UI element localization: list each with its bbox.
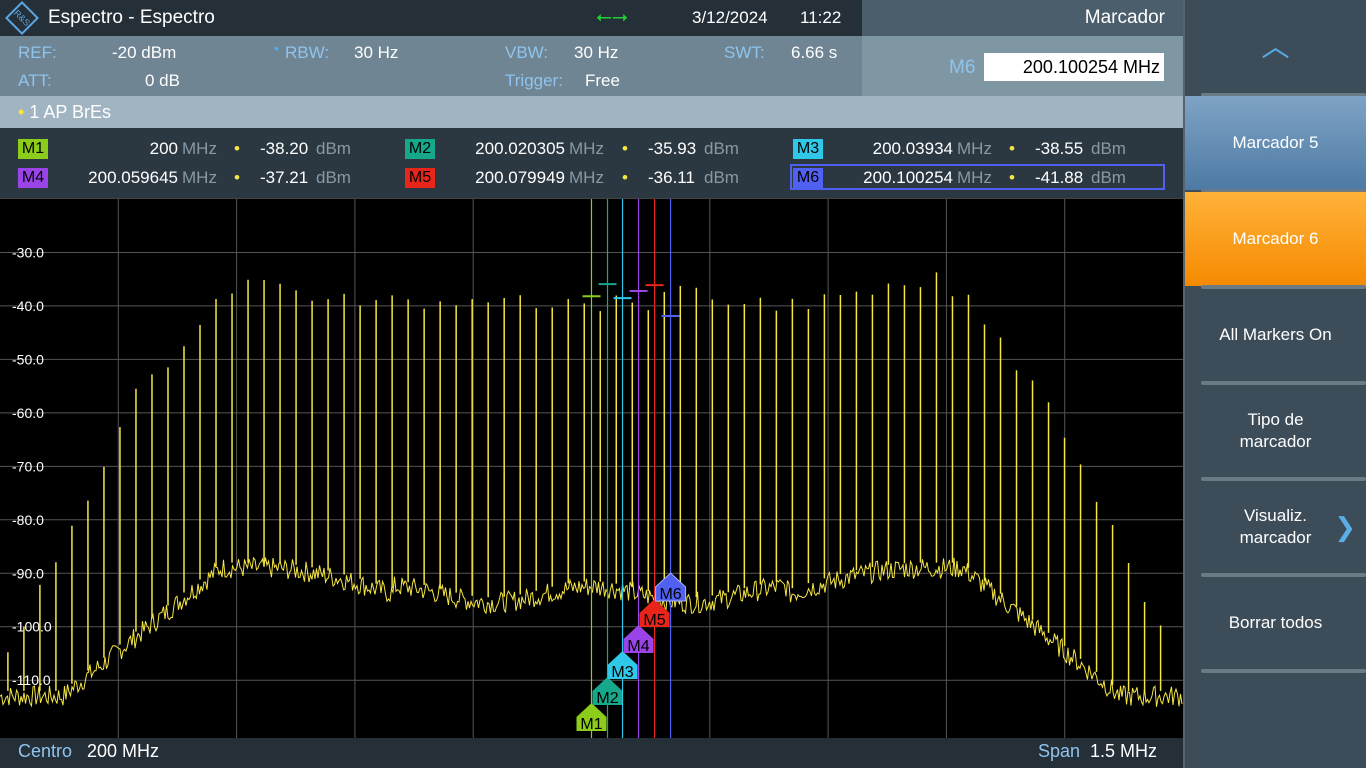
vbw-value: 30 Hz bbox=[574, 43, 619, 62]
ref-label: REF: bbox=[18, 43, 57, 62]
softkey-label: Marcador 5 bbox=[1232, 133, 1319, 152]
marker-table: M1 200 MHz • -38.20 dBm M2 200.020305 MH… bbox=[0, 128, 1183, 198]
marker-flag-label: M5 bbox=[643, 612, 665, 629]
marker-entry-panel: Marcador M6 bbox=[862, 0, 1183, 96]
marker-flag-label: M4 bbox=[627, 638, 649, 655]
trace-dot-icon: • bbox=[1009, 168, 1015, 187]
att-label: ATT: bbox=[18, 71, 52, 90]
freq-unit: MHz bbox=[957, 168, 992, 187]
center-value[interactable]: 200 MHz bbox=[87, 741, 159, 762]
scroll-up-button[interactable]: ︿ bbox=[1185, 0, 1366, 97]
marker-flag-label: M2 bbox=[596, 690, 618, 707]
softkey-5[interactable]: Borrar todos bbox=[1185, 576, 1366, 673]
trigger-value: Free bbox=[585, 71, 620, 90]
level-unit: dBm bbox=[1091, 139, 1126, 158]
y-tick-label: -60.0 bbox=[12, 405, 44, 421]
trigger-label: Trigger: bbox=[505, 71, 563, 90]
marker-frequency-input[interactable] bbox=[984, 53, 1164, 81]
marker-panel-title: Marcador bbox=[1084, 7, 1165, 28]
measurement-params[interactable]: REF: -20 dBm ATT: 0 dB • RBW: 30 Hz VBW:… bbox=[0, 36, 862, 96]
trace-dot-icon: • bbox=[18, 102, 25, 122]
rbw-label: RBW: bbox=[285, 43, 330, 62]
marker-level: -41.88 bbox=[1035, 168, 1084, 187]
softkey-3[interactable]: Tipo de marcador bbox=[1185, 384, 1366, 481]
marker-frequency: 200.100254 bbox=[863, 168, 953, 187]
footer: Centro 200 MHz Span 1.5 MHz bbox=[0, 738, 1183, 768]
marker-badge: M3 bbox=[793, 139, 823, 159]
span-label: Span bbox=[1038, 741, 1081, 761]
chevron-up-icon: ︿ bbox=[1261, 31, 1290, 62]
trace-info: • 1 AP BrEs bbox=[0, 96, 1183, 128]
y-tick-label: -30.0 bbox=[12, 244, 44, 260]
trace-label: 1 AP BrEs bbox=[29, 102, 112, 122]
trace-dot-icon: • bbox=[1009, 139, 1015, 158]
marker-level: -38.55 bbox=[1035, 139, 1084, 158]
marker-frequency: 200.03934 bbox=[872, 139, 953, 158]
active-marker-label: M6 bbox=[949, 57, 976, 78]
usb-icon: ⭠⭢ bbox=[596, 6, 628, 28]
softkey-sidebar: ︿ Marcador 5 Marcador 6 All Markers On Tipo… bbox=[1183, 0, 1366, 768]
softkey-4[interactable]: Visualiz. marcador ❯ bbox=[1185, 480, 1366, 577]
y-tick-label: -110.0 bbox=[12, 672, 51, 688]
spectrum-plot[interactable]: -30.0 -40.0 -50.0 -60.0 -70.0 -80.0 -90.0 -100.… bbox=[0, 198, 1183, 739]
span-value[interactable]: 1.5 MHz bbox=[1090, 741, 1157, 762]
softkey-label: Borrar todos bbox=[1228, 613, 1323, 632]
softkey-label: Marcador 6 bbox=[1232, 229, 1319, 248]
y-tick-label: -70.0 bbox=[12, 458, 44, 474]
center-label: Centro bbox=[18, 741, 73, 761]
y-tick-label: -40.0 bbox=[12, 298, 44, 314]
marker-flag-label: M6 bbox=[659, 586, 681, 603]
y-tick-label: -90.0 bbox=[12, 565, 44, 581]
marker-row-m3[interactable]: M3 200.03934 MHz • -38.55 dBm bbox=[0, 139, 1183, 161]
marker-badge: M6 bbox=[793, 168, 823, 188]
att-value: 0 dB bbox=[145, 71, 180, 90]
softkey-0[interactable]: Marcador 5 bbox=[1185, 96, 1366, 193]
softkey-label: Visualiz. marcador bbox=[1239, 506, 1312, 547]
rbw-value: 30 Hz bbox=[354, 43, 399, 62]
softkey-label: All Markers On bbox=[1219, 325, 1332, 344]
rbw-coupled-dot-icon: • bbox=[274, 40, 279, 56]
window-title: Espectro - Espectro bbox=[48, 7, 215, 28]
marker-row-m6[interactable]: M6 200.100254 MHz • -41.88 dBm bbox=[0, 168, 1183, 190]
marker-flag-label: M1 bbox=[580, 716, 602, 733]
chevron-right-icon: ❯ bbox=[1334, 512, 1356, 542]
swt-label: SWT: bbox=[724, 43, 765, 62]
y-tick-label: -100.0 bbox=[12, 619, 52, 635]
marker-panel-header: Marcador bbox=[862, 0, 1183, 36]
time: 11:22 bbox=[800, 8, 842, 27]
freq-unit: MHz bbox=[957, 139, 992, 158]
y-tick-label: -80.0 bbox=[12, 512, 44, 528]
rs-logo-icon: R&S bbox=[5, 1, 39, 35]
softkey-2[interactable]: All Markers On bbox=[1185, 288, 1366, 385]
title-bar: R&S Espectro - Espectro ⭠⭢ 3/12/2024 11:… bbox=[0, 0, 862, 36]
vbw-label: VBW: bbox=[505, 43, 549, 62]
date: 3/12/2024 bbox=[692, 8, 768, 27]
spectrum-svg: -30.0 -40.0 -50.0 -60.0 -70.0 -80.0 -90.0 -100.… bbox=[0, 199, 1183, 739]
marker-flag-label: M3 bbox=[611, 664, 633, 681]
ref-value: -20 dBm bbox=[112, 43, 177, 62]
softkey-1[interactable]: Marcador 6 bbox=[1185, 192, 1366, 289]
y-tick-label: -50.0 bbox=[12, 351, 44, 367]
level-unit: dBm bbox=[1091, 168, 1126, 187]
swt-value: 6.66 s bbox=[791, 43, 838, 62]
softkey-label: Tipo de marcador bbox=[1239, 410, 1312, 451]
